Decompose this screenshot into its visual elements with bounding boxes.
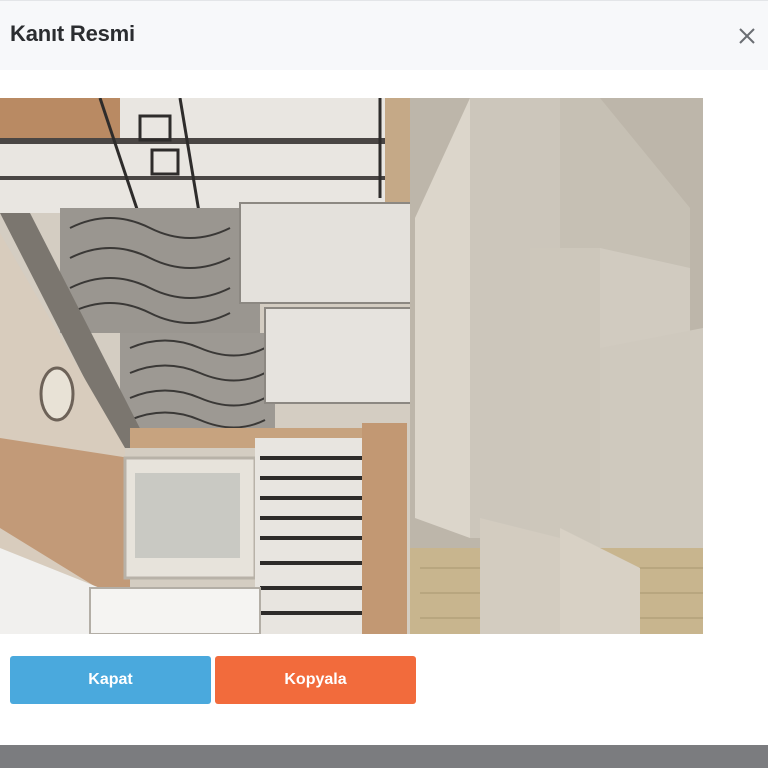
modal-header: Kanıt Resmi: [0, 0, 768, 70]
copy-button[interactable]: Kopyala: [215, 656, 416, 704]
close-button[interactable]: Kapat: [10, 656, 211, 704]
close-icon[interactable]: [734, 23, 760, 49]
evidence-image-modal: Kanıt Resmi Kapat Kopyala: [0, 0, 768, 745]
modal-title: Kanıt Resmi: [10, 21, 135, 46]
page-overlay-bar: [0, 745, 768, 768]
evidence-photo: [0, 98, 703, 634]
